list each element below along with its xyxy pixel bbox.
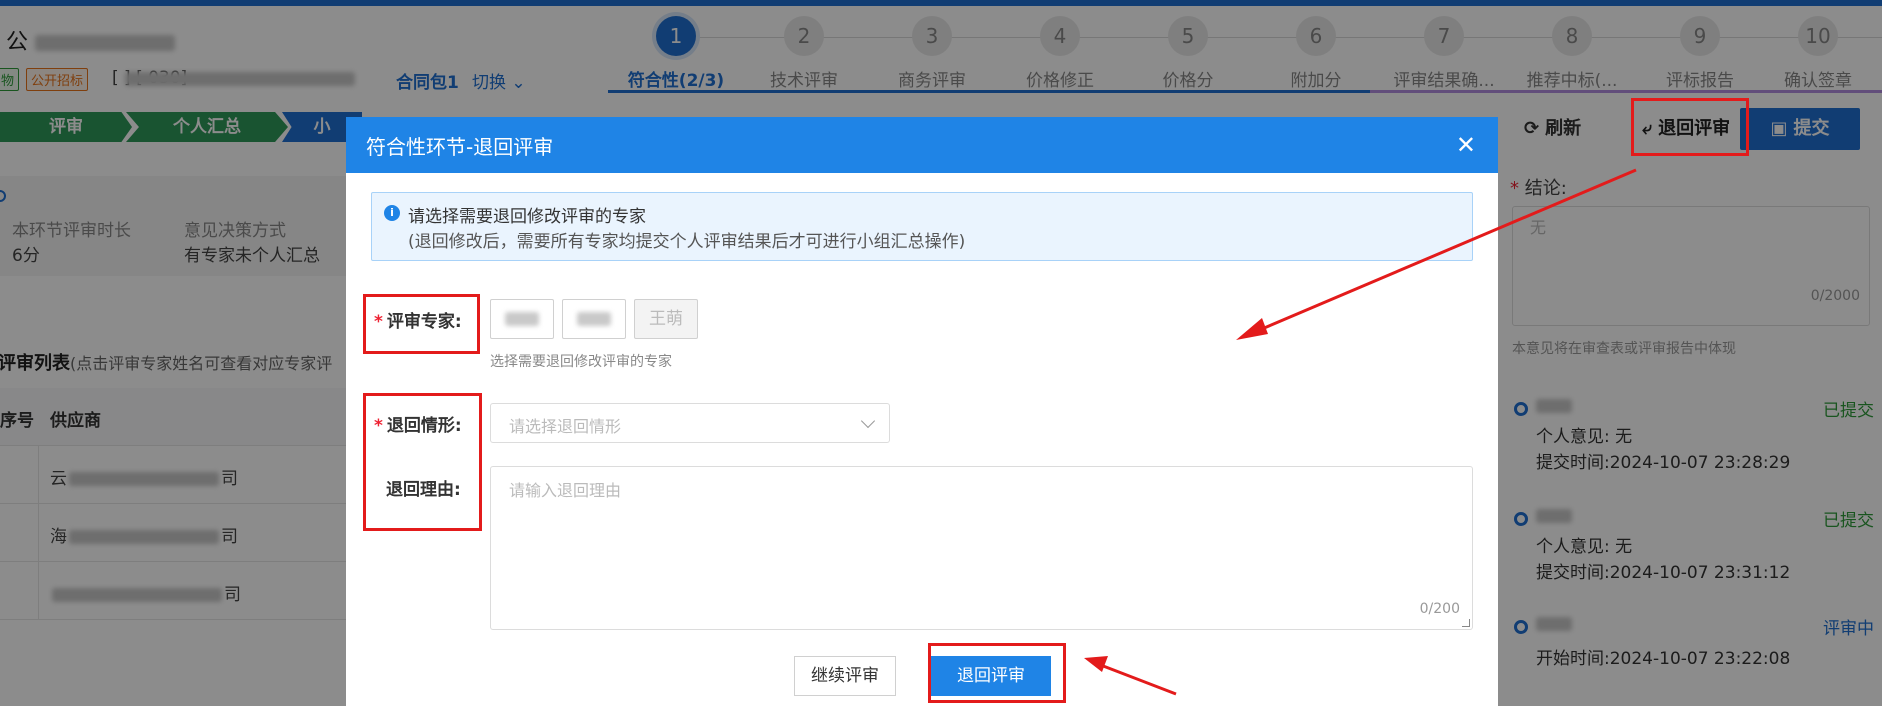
continue-review-button[interactable]: 继续评审 (794, 656, 896, 696)
expert-hint: 选择需要退回修改评审的专家 (490, 354, 672, 370)
alert-description: (退回修改后，需要所有专家均提交个人评审结果后才可进行小组汇总操作) (408, 232, 966, 252)
reason-count: 0/200 (1419, 601, 1460, 617)
info-alert: i 请选择需要退回修改评审的专家 (退回修改后，需要所有专家均提交个人评审结果后… (371, 192, 1473, 261)
situation-label: * 退回情形: (374, 416, 462, 436)
reason-placeholder: 请输入退回理由 (509, 481, 622, 500)
return-review-dialog: 符合性环节-退回评审 ✕ i 请选择需要退回修改评审的专家 (退回修改后，需要所… (346, 117, 1498, 706)
expert-label: * 评审专家: (374, 312, 462, 332)
resize-handle-icon[interactable] (1462, 619, 1470, 627)
situation-select[interactable]: 请选择退回情形 (490, 403, 890, 443)
dialog-title: 符合性环节-退回评审 (366, 135, 554, 159)
chevron-down-icon (860, 413, 876, 429)
close-icon[interactable]: ✕ (1456, 131, 1476, 159)
expert-chip[interactable] (562, 299, 626, 339)
dialog-header: 符合性环节-退回评审 ✕ (346, 117, 1498, 173)
expert-chip[interactable] (490, 299, 554, 339)
expert-chip-disabled: 王萌 (634, 299, 698, 339)
reason-textarea[interactable]: 请输入退回理由 0/200 (490, 466, 1473, 630)
confirm-return-button[interactable]: 退回评审 (931, 656, 1051, 696)
reason-label: 退回理由: (386, 480, 461, 500)
situation-placeholder: 请选择退回情形 (509, 417, 622, 436)
alert-title: 请选择需要退回修改评审的专家 (408, 207, 646, 227)
info-icon: i (384, 205, 400, 221)
